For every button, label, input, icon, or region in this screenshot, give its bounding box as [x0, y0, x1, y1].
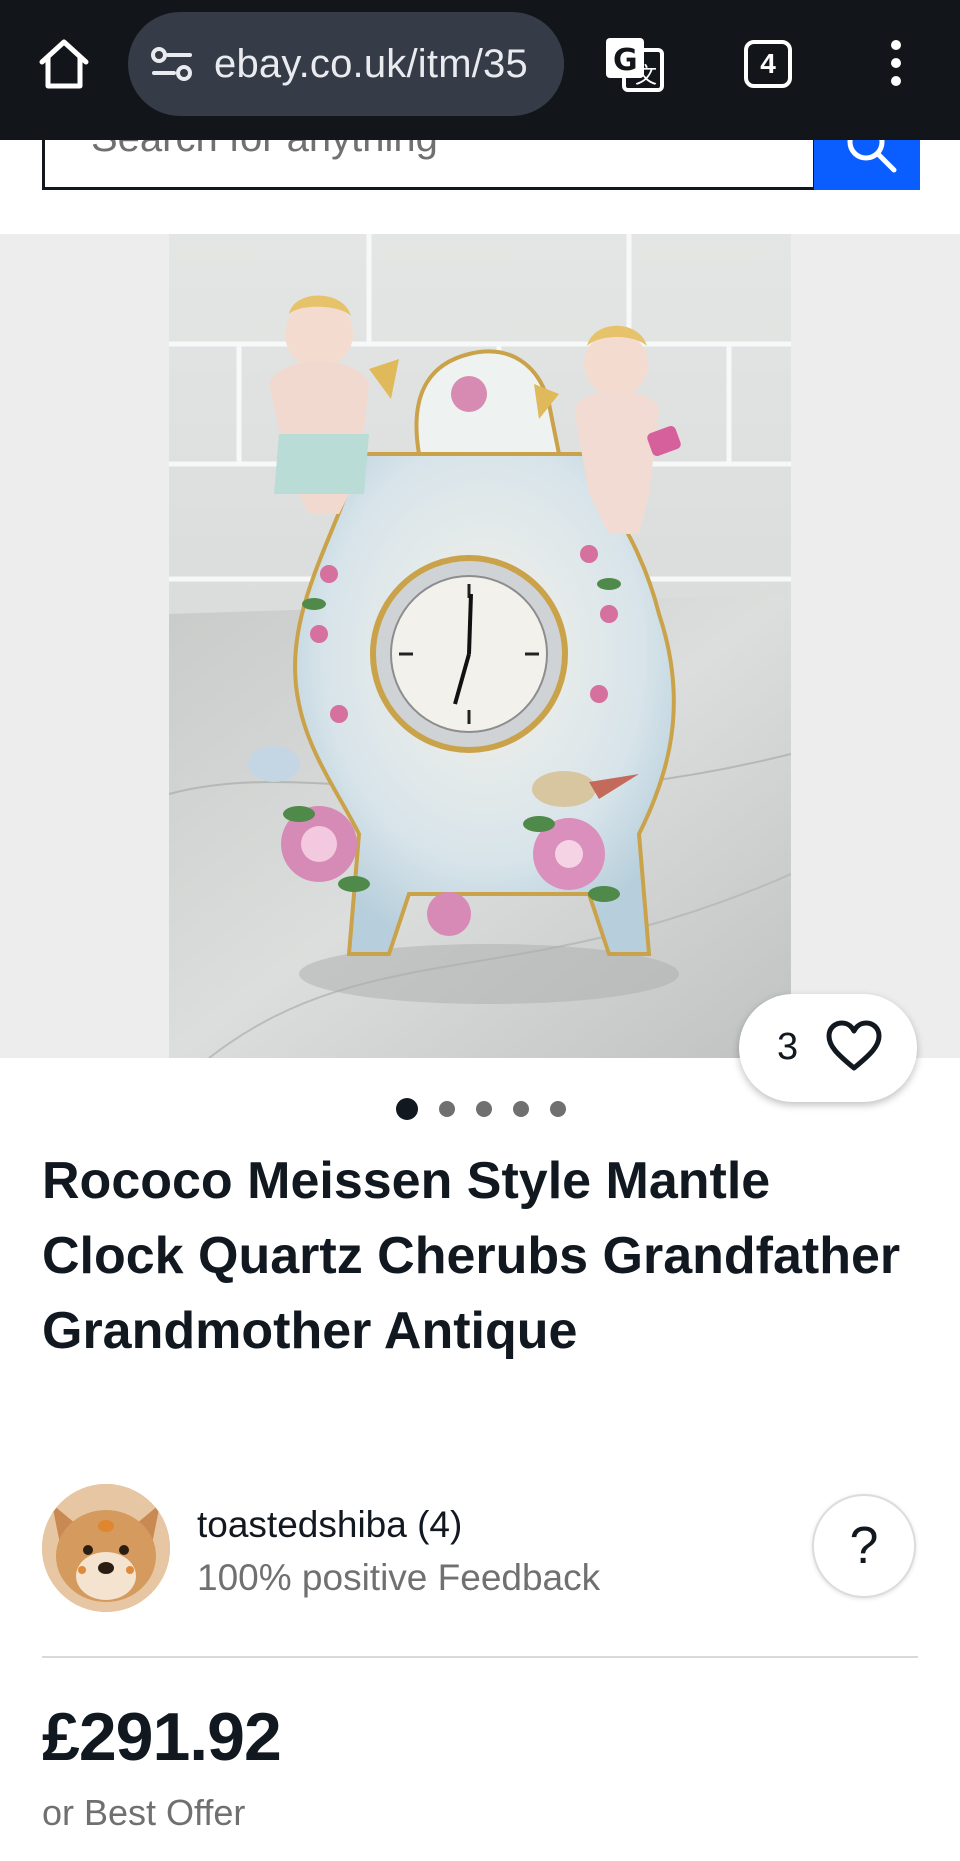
svg-text:G: G: [613, 43, 638, 78]
pagination-dot-4[interactable]: [513, 1101, 529, 1117]
pagination-dot-3[interactable]: [476, 1101, 492, 1117]
image-gallery[interactable]: [0, 234, 960, 1058]
translate-icon[interactable]: G 文: [604, 34, 664, 94]
image-pagination: [396, 1097, 587, 1121]
tab-switcher-button[interactable]: 4: [744, 40, 792, 88]
watch-button[interactable]: 3: [739, 994, 917, 1102]
best-offer-text: or Best Offer: [42, 1792, 246, 1833]
clock-photo-illustration: [169, 234, 791, 1058]
seller-feedback[interactable]: 100% positive Feedback: [197, 1557, 600, 1599]
more-vert-icon[interactable]: [880, 36, 912, 92]
product-photo[interactable]: [169, 234, 791, 1058]
shiba-avatar-image: [42, 1484, 170, 1612]
svg-text:文: 文: [635, 64, 657, 89]
home-icon[interactable]: [36, 36, 92, 92]
seller-avatar[interactable]: [42, 1484, 170, 1612]
heart-icon: [826, 1020, 882, 1071]
pagination-dot-5[interactable]: [550, 1101, 566, 1117]
tune-icon[interactable]: [150, 46, 194, 82]
help-button[interactable]: ?: [812, 1494, 916, 1598]
search-button[interactable]: [814, 140, 920, 190]
item-price: £291.92: [42, 1699, 282, 1775]
address-bar[interactable]: ebay.co.uk/itm/35: [128, 12, 564, 116]
seller-name[interactable]: toastedshiba (4): [197, 1504, 462, 1546]
url-fade: [524, 12, 564, 116]
url-text: ebay.co.uk/itm/35: [214, 42, 528, 86]
divider: [42, 1656, 918, 1658]
search-icon: [847, 140, 897, 173]
browser-toolbar: ebay.co.uk/itm/35 G 文 4: [0, 0, 960, 140]
watch-count: 3: [777, 1026, 799, 1068]
search-input[interactable]: Search for anything: [42, 140, 816, 190]
pagination-dot-1[interactable]: [396, 1098, 418, 1120]
listing-title: Rococo Meissen Style Mantle Clock Quartz…: [42, 1152, 901, 1360]
pagination-dot-2[interactable]: [439, 1101, 455, 1117]
search-placeholder: Search for anything: [91, 140, 438, 161]
seller-info[interactable]: toastedshiba (4) 100% positive Feedback …: [42, 1484, 922, 1614]
